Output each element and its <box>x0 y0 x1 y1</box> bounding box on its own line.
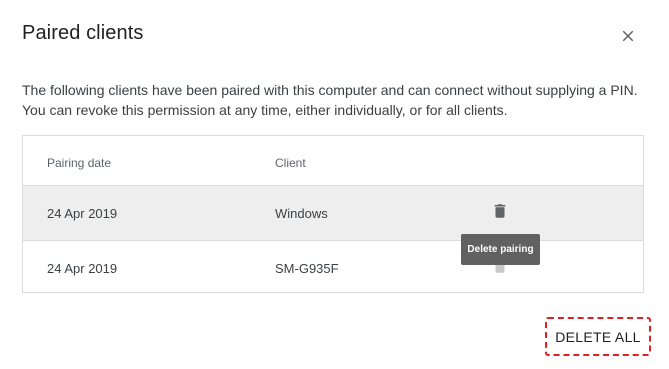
header-pairing-date: Pairing date <box>47 156 112 170</box>
row-client: Windows <box>275 206 328 221</box>
paired-clients-dialog: Paired clients The following clients hav… <box>0 0 669 369</box>
dialog-description: The following clients have been paired w… <box>22 80 652 120</box>
description-line-1: The following clients have been paired w… <box>22 82 638 98</box>
row-pairing-date: 24 Apr 2019 <box>47 261 118 276</box>
trash-icon <box>494 204 506 218</box>
close-button[interactable] <box>614 22 642 50</box>
table-row: 24 Apr 2019 SM-G935F <box>23 241 643 294</box>
description-line-2: You can revoke this permission at any ti… <box>22 102 508 118</box>
delete-pairing-tooltip: Delete pairing <box>461 234 540 265</box>
row-client: SM-G935F <box>275 261 339 276</box>
delete-all-button[interactable]: DELETE ALL <box>545 317 651 356</box>
table-header: Pairing date Client <box>23 136 643 186</box>
dialog-title: Paired clients <box>22 22 144 44</box>
close-icon <box>622 30 634 42</box>
row-pairing-date: 24 Apr 2019 <box>47 206 118 221</box>
delete-pairing-button[interactable] <box>489 200 511 222</box>
table-row: 24 Apr 2019 Windows <box>23 186 643 241</box>
header-client: Client <box>275 156 306 170</box>
paired-clients-table: Pairing date Client 24 Apr 2019 Windows … <box>22 135 644 293</box>
